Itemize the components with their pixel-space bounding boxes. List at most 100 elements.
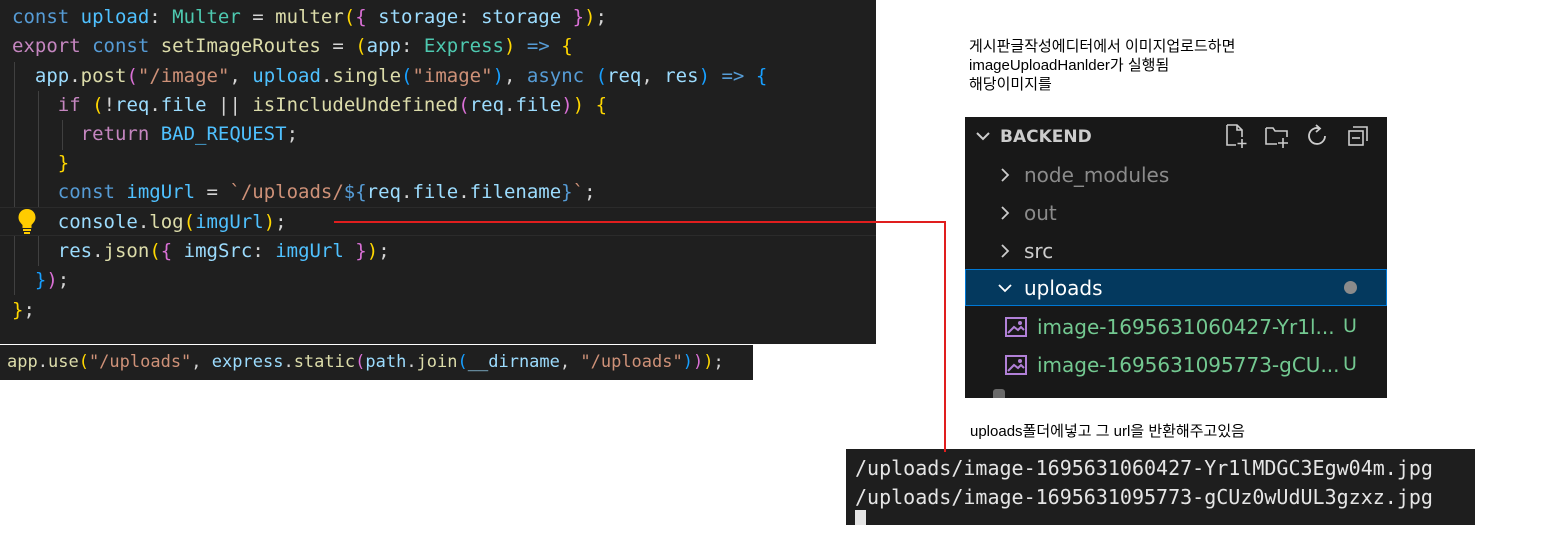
tree-item-label: src: [1024, 239, 1054, 263]
code-line-current[interactable]: console.log(imgUrl);: [0, 207, 876, 236]
code-line[interactable]: });: [0, 266, 876, 295]
code-token: req: [115, 94, 150, 116]
code-token: ,: [641, 65, 665, 87]
chevron-down-icon[interactable]: [974, 127, 992, 145]
code-token: .: [400, 181, 413, 203]
code-token: path: [365, 352, 407, 372]
code-token: single: [332, 65, 402, 87]
code-line[interactable]: app.post("/image", upload.single("image"…: [0, 62, 876, 91]
tree-item-out[interactable]: out: [965, 194, 1387, 232]
chevron-right-icon: [1001, 206, 1010, 220]
code-token: ): [263, 211, 276, 233]
image-file-icon: [1005, 355, 1027, 375]
code-token: }: [561, 181, 573, 203]
code-token: storage: [481, 6, 562, 28]
tree-item-src[interactable]: src: [965, 232, 1387, 270]
code-token: !: [103, 94, 116, 116]
code-line[interactable]: return BAD_REQUEST;: [0, 120, 876, 149]
code-token: __dirname: [467, 352, 560, 372]
tree-item-node-modules[interactable]: node_modules: [965, 156, 1387, 194]
annotation-line: imageUploadHanlder가 실행됨: [969, 57, 1170, 74]
code-token: .: [320, 65, 333, 87]
code-token: file: [412, 181, 459, 203]
tree-item-file[interactable]: image-1695631095773-gCU... U: [965, 346, 1387, 384]
code-token: console: [57, 211, 138, 233]
code-token: const: [12, 6, 81, 28]
code-token: .: [406, 352, 417, 372]
code-token: req: [607, 65, 642, 87]
explorer-header[interactable]: BACKEND: [965, 117, 1387, 155]
code-line[interactable]: res.json({ imgSrc: imgUrl });: [0, 237, 876, 266]
code-token: app: [34, 65, 70, 87]
new-folder-icon[interactable]: [1264, 123, 1290, 149]
code-token: }: [57, 152, 70, 174]
code-token: ;: [378, 240, 390, 262]
code-token: upload: [252, 65, 321, 87]
chevron-down-icon: [998, 284, 1012, 293]
code-line[interactable]: const imgUrl = `/uploads/${req.file.file…: [0, 178, 876, 207]
lightbulb-icon[interactable]: [17, 208, 37, 234]
code-token: ): [584, 6, 596, 28]
code-line[interactable]: const upload: Multer = multer({ storage:…: [0, 3, 876, 32]
annotation-note-top: 게시판글작성에디터에서 이미지업로드하면 imageUploadHanlder가…: [969, 37, 1235, 94]
code-token: return: [80, 123, 150, 145]
annotation-note-bottom: uploads폴더에넣고 그 url을 반환해주고있음: [970, 423, 1245, 440]
collapse-all-icon[interactable]: [1346, 123, 1372, 149]
code-token: {: [355, 6, 367, 28]
static-route-snippet[interactable]: app.use("/uploads", express.static(path.…: [0, 345, 753, 380]
gutter-pad: [0, 178, 12, 207]
tree-item-uploads[interactable]: uploads: [965, 269, 1387, 306]
code-token: {: [595, 94, 608, 116]
code-token: .: [149, 94, 161, 116]
code-token: .: [37, 352, 48, 372]
code-line[interactable]: };: [0, 296, 876, 325]
terminal-output[interactable]: /uploads/image-1695631060427-Yr1lMDGC3Eg…: [846, 449, 1475, 525]
code-token: req: [366, 181, 401, 203]
modified-dot: [1344, 281, 1357, 294]
code-token: ${: [343, 181, 367, 203]
code-token: ): [698, 65, 711, 87]
code-token: }: [572, 6, 585, 28]
file-explorer[interactable]: BACKEND node_modules out src uploads ima…: [965, 117, 1387, 398]
code-token: (: [457, 352, 468, 372]
code-token: "image": [412, 65, 493, 87]
code-token: if: [57, 94, 81, 116]
gutter-pad: [0, 120, 12, 149]
code-token: ;: [713, 352, 724, 372]
annotation-line: 해당이미지를: [969, 76, 1052, 93]
file-label: image-1695631095773-gCU...: [1037, 353, 1340, 377]
code-token: (: [595, 65, 608, 87]
code-token: join: [416, 352, 458, 372]
code-token: (: [401, 65, 413, 87]
code-token: }: [12, 299, 24, 321]
code-token: file: [515, 94, 562, 116]
code-line[interactable]: }: [0, 149, 876, 178]
code-token: (: [78, 352, 89, 372]
code-token: (: [343, 6, 356, 28]
tree-item-file[interactable]: image-1695631060427-Yr1l... U: [965, 308, 1387, 346]
explorer-title: BACKEND: [1000, 127, 1092, 147]
code-token: {: [160, 240, 173, 262]
annotation-line: 게시판글작성에디터에서 이미지업로드하면: [969, 38, 1236, 55]
code-token: :: [149, 6, 173, 28]
code-token: Multer: [172, 6, 241, 28]
code-token: isIncludeUndefined: [252, 94, 459, 116]
new-file-icon[interactable]: [1223, 123, 1249, 149]
code-token: use: [47, 352, 79, 372]
terminal-cursor: [855, 510, 866, 525]
refresh-icon[interactable]: [1305, 123, 1331, 149]
code-line[interactable]: export const setImageRoutes = (app: Expr…: [0, 32, 876, 61]
code-editor[interactable]: const upload: Multer = multer({ storage:…: [0, 0, 876, 344]
code-token: ;: [595, 6, 607, 28]
code-token: ): [561, 94, 573, 116]
terminal-line: /uploads/image-1695631095773-gCUz0wUdUL3…: [855, 485, 1433, 509]
code-line[interactable]: if (!req.file || isIncludeUndefined(req.…: [0, 91, 876, 120]
